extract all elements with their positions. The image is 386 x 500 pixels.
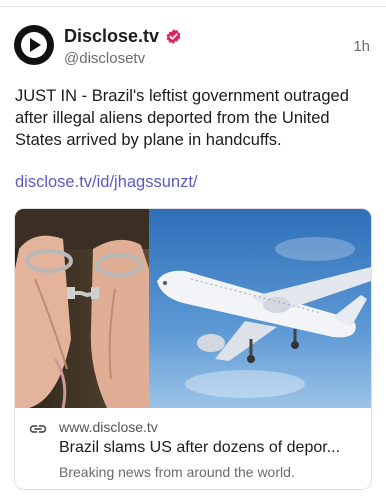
post-timestamp[interactable]: 1h xyxy=(353,38,370,55)
link-preview-card[interactable]: www.disclose.tv Brazil slams US after do… xyxy=(14,208,372,490)
post-link[interactable]: disclose.tv/id/jhagssunzt/ xyxy=(15,173,198,192)
handcuffed-hands-image xyxy=(15,209,149,408)
play-logo-icon xyxy=(21,32,47,58)
airplane-image xyxy=(149,209,371,408)
card-image xyxy=(15,209,371,408)
card-title[interactable]: Brazil slams US after dozens of depor... xyxy=(59,439,359,457)
card-description: Breaking news from around the world. xyxy=(59,464,295,480)
top-divider xyxy=(0,0,386,7)
author-handle[interactable]: @disclosetv xyxy=(64,50,145,67)
verified-badge-icon xyxy=(166,29,181,44)
card-meta: www.disclose.tv Brazil slams US after do… xyxy=(15,408,371,489)
author-name[interactable]: Disclose.tv xyxy=(64,26,159,47)
card-domain: www.disclose.tv xyxy=(59,419,158,435)
avatar[interactable] xyxy=(14,25,54,65)
author-row: Disclose.tv xyxy=(64,26,182,47)
post-text: JUST IN - Brazil's leftist government ou… xyxy=(15,87,349,149)
chain-link-icon xyxy=(29,425,47,433)
